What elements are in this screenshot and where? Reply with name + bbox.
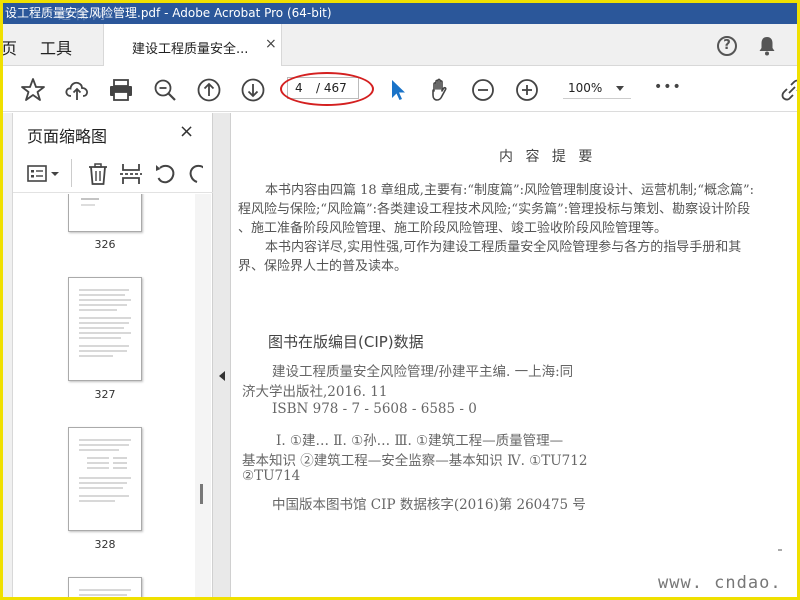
collapse-arrow-icon[interactable] [219,371,225,381]
tab-tools[interactable]: 工具 [40,35,72,59]
zoom-select[interactable]: 100% [563,77,631,99]
select-cursor-icon[interactable] [385,77,411,103]
trash-icon[interactable] [86,162,110,186]
zoom-out-icon[interactable] [470,77,496,103]
pdf-page: 内 容 提 要 本书内容由四篇 18 章组成,主要有:“制度篇”:风险管理制度设… [232,113,797,597]
thumbnail-scrollbar[interactable] [195,194,211,597]
nav-pane-strip [3,113,13,597]
site-watermark: www. cndao. com [658,573,782,597]
window-title: 设工程质量安全风险管理.pdf - Adobe Acrobat Pro (64-… [5,6,332,20]
panel-title: 页面缩略图 [27,127,108,146]
summary-line: 、施工准备阶段风险管理、施工阶段风险管理、竣工验收阶段风险管理等。 [238,221,668,236]
thumbnail-options-icon[interactable] [27,163,61,185]
thumbnail-page[interactable] [68,194,142,232]
zoom-in-icon[interactable] [514,77,540,103]
summary-line: 程风险与保险;“风险篇”:各类建设工程技术风险;“实务篇”:管理投标与策划、勘察… [238,202,751,217]
tab-group-left: 页 工具 [3,24,103,66]
zoom-search-icon[interactable] [152,77,178,103]
page-mark [778,549,782,551]
thumbnail-label: 328 [94,538,116,551]
main-toolbar: 4 / 467 100% ••• [3,66,797,112]
tab-document-label: 建设工程质量安全... [132,42,249,57]
thumbnail-label: 326 [94,238,116,251]
link-icon[interactable] [779,77,797,103]
app-window: 设工程质量安全风险管理.pdf - Adobe Acrobat Pro (64-… [3,3,797,597]
thumbnail-page[interactable] [68,427,142,531]
bell-icon[interactable] [758,36,776,60]
tab-bar: 页 工具 建设工程质量安全... × ? [3,24,797,67]
page-up-icon[interactable] [196,77,222,103]
more-icon[interactable]: ••• [654,79,682,95]
panel-close-icon[interactable]: × [179,121,194,142]
summary-line: 本书内容由四篇 18 章组成,主要有:“制度篇”:风险管理制度设计、运营机制;“… [265,183,755,198]
cip-line: ②TU714 [242,468,301,484]
cip-line: 中国版本图书馆 CIP 数据核字(2016)第 260475 号 [272,497,586,513]
panel-toolbar-divider [71,159,72,187]
panel-splitter[interactable] [213,113,231,597]
thumbnail-list: 326 327 328 [13,194,193,597]
cip-line: 建设工程质量安全风险管理/孙建平主编. 一上海:同 [272,364,574,380]
cip-line: ISBN 978 - 7 - 5608 - 6585 - 0 [272,401,477,417]
cip-line: Ⅰ. ①建… Ⅱ. ①孙… Ⅲ. ①建筑工程—质量管理— [276,433,564,449]
summary-line: 界、保险界人士的普及读本。 [238,259,408,274]
bookmark-star-icon[interactable] [20,77,46,103]
thumbnail-label: 327 [94,388,116,401]
tab-close-icon[interactable]: × [265,36,277,52]
hand-tool-icon[interactable] [427,77,453,103]
highlight-ellipse [280,72,374,106]
help-icon[interactable]: ? [717,36,737,56]
thumbnail-page[interactable] [68,277,142,381]
cip-title: 图书在版编目(CIP)数据 [268,333,424,351]
summary-line: 本书内容详尽,实用性强,可作为建设工程质量安全风险管理参与各方的指导手册和其 [265,240,742,255]
print-icon[interactable] [108,77,134,103]
summary-heading: 内 容 提 要 [499,149,597,165]
tab-document[interactable]: 建设工程质量安全... × [103,24,282,67]
extract-icon[interactable] [119,162,143,186]
cloud-upload-icon[interactable] [64,77,90,103]
panel-toolbar [13,153,213,193]
scrollbar-thumb[interactable] [200,484,203,504]
thumbnail-page[interactable] [68,577,142,597]
page-down-icon[interactable] [240,77,266,103]
zoom-value: 100% [568,81,603,95]
document-view[interactable]: 内 容 提 要 本书内容由四篇 18 章组成,主要有:“制度篇”:风险管理制度设… [232,113,797,597]
tab-home[interactable]: 页 [3,35,17,59]
chevron-down-icon [616,86,624,91]
title-bar: 设工程质量安全风险管理.pdf - Adobe Acrobat Pro (64-… [3,3,797,24]
cip-line: 基本知识 ②建筑工程—安全监察—基本知识 Ⅳ. ①TU712 [242,453,588,469]
cip-line: 济大学出版社,2016. 11 [242,384,388,400]
title-watermark: 道 稀 网 [58,8,106,23]
rotate-left-icon[interactable] [153,162,177,186]
rotate-right-icon[interactable] [187,162,203,186]
page-thumbnails-panel: 页面缩略图 × 326 327 328 [13,113,213,597]
